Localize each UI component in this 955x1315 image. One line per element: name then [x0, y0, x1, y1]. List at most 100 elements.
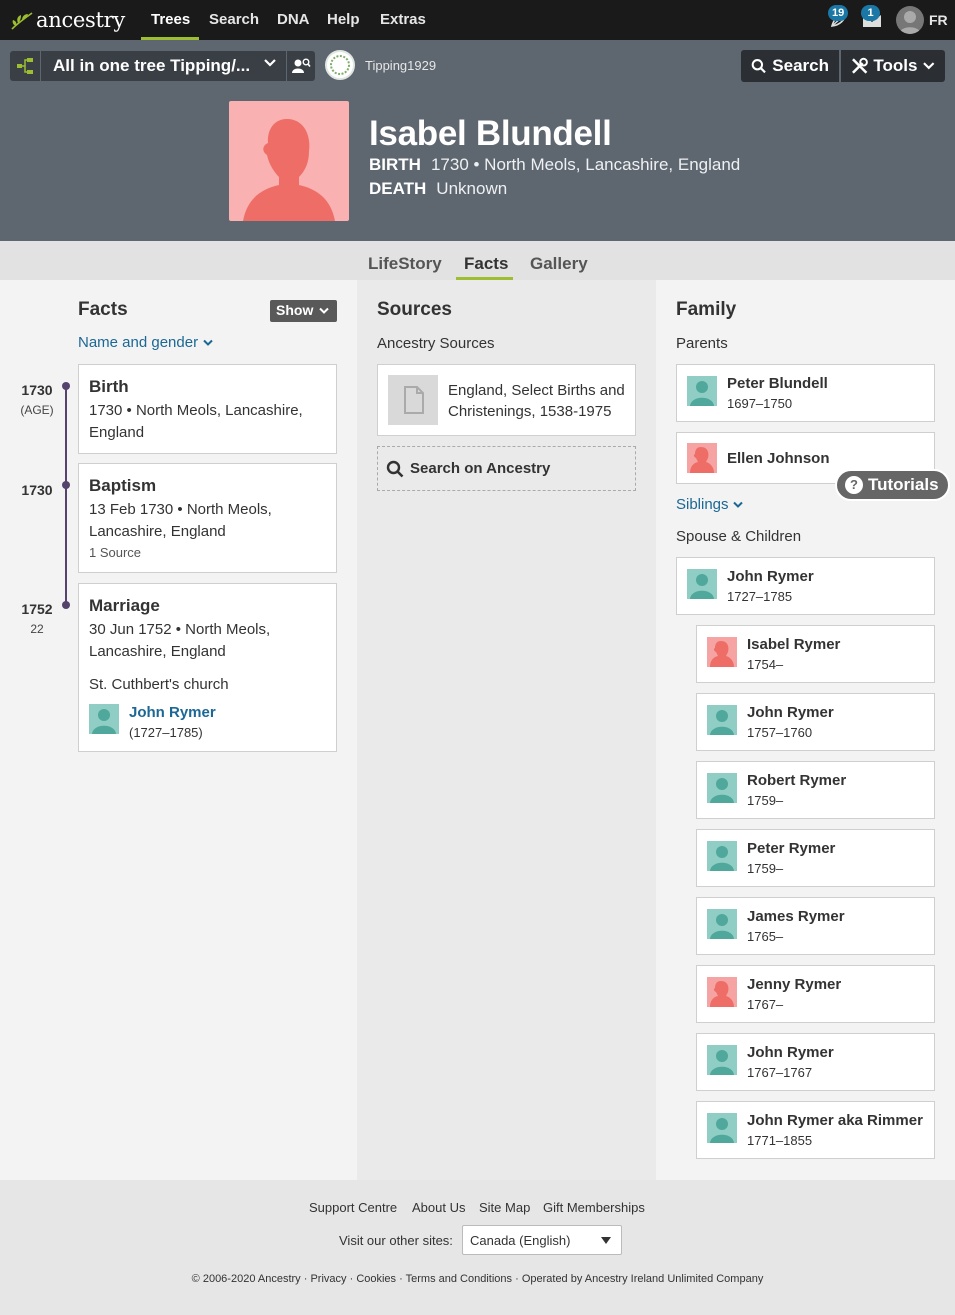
child-card[interactable]: Jenny Rymer 1767–	[696, 965, 935, 1023]
person-dates: 1727–1785	[727, 589, 793, 604]
nav-extras[interactable]: Extras	[380, 11, 426, 28]
child-card[interactable]: Robert Rymer 1759–	[696, 761, 935, 819]
spouse-card[interactable]: John Rymer 1727–1785	[676, 557, 935, 615]
birth-summary: BIRTH 1730 • North Meols, Lancashire, Eng…	[369, 155, 740, 175]
fact-title: Baptism	[89, 476, 157, 495]
nav-dna[interactable]: DNA	[277, 11, 310, 28]
child-card[interactable]: John Rymer 1757–1760	[696, 693, 935, 751]
tools-button-label: Tools	[873, 56, 918, 75]
search-button-label: Search	[772, 56, 829, 75]
spouse-link[interactable]: John Rymer	[129, 704, 216, 721]
wreath-icon	[330, 55, 350, 75]
death-value: Unknown	[436, 179, 508, 198]
nav-search[interactable]: Search	[209, 11, 259, 28]
sources-title: Sources	[377, 299, 452, 320]
child-card[interactable]: John Rymer aka Rimmer 1771–1855	[696, 1101, 935, 1159]
child-card[interactable]: James Rymer 1765–	[696, 897, 935, 955]
male-avatar-icon	[707, 773, 737, 803]
tab-gallery[interactable]: Gallery	[530, 254, 588, 274]
fact-details: 30 Jun 1752 • North Meols, Lancashire, E…	[89, 619, 326, 662]
person-name: John Rymer	[727, 568, 814, 585]
show-dropdown-button[interactable]: Show	[270, 300, 337, 322]
footer-link-terms[interactable]: Terms and Conditions	[406, 1273, 512, 1285]
child-card[interactable]: Isabel Rymer 1754–	[696, 625, 935, 683]
source-title-line: England, Select Births and	[448, 382, 625, 399]
footer-link-cookies[interactable]: Cookies	[356, 1273, 396, 1285]
child-card[interactable]: Peter Rymer 1759–	[696, 829, 935, 887]
person-name: Isabel Rymer	[747, 636, 841, 653]
user-initials[interactable]: FR	[929, 12, 948, 28]
person-name: Peter Blundell	[727, 375, 828, 392]
nav-help[interactable]: Help	[327, 11, 360, 28]
brand-name: ancestry	[36, 8, 125, 32]
tab-lifestory[interactable]: LifeStory	[368, 254, 442, 274]
birth-value: 1730 • North Meols, Lancashire, England	[430, 155, 741, 174]
search-button[interactable]: Search	[741, 50, 839, 82]
person-name: Jenny Rymer	[747, 976, 842, 993]
timeline-dot	[62, 481, 70, 489]
female-silhouette-icon	[243, 119, 335, 221]
tutorials-button[interactable]: ? Tutorials	[835, 469, 950, 501]
fact-card-birth[interactable]: Birth 1730 • North Meols, Lancashire, En…	[78, 364, 337, 454]
source-card[interactable]: England, Select Births and Christenings,…	[377, 364, 636, 436]
person-name: Robert Rymer	[747, 772, 847, 789]
tree-view-button[interactable]	[10, 51, 40, 81]
messages-count-badge: 1	[861, 5, 880, 21]
footer-link-privacy[interactable]: Privacy	[310, 1273, 346, 1285]
footer-link-about[interactable]: About Us	[412, 1200, 465, 1215]
person-dates: 1765–	[747, 929, 784, 944]
nav-trees[interactable]: Trees	[151, 11, 190, 28]
timeline-year: 1730	[21, 382, 53, 398]
female-avatar-icon	[707, 977, 737, 1007]
child-card[interactable]: John Rymer 1767–1767	[696, 1033, 935, 1091]
site-select[interactable]: Canada (English)	[462, 1225, 622, 1255]
tab-facts[interactable]: Facts	[464, 254, 508, 274]
fact-details: 1730 • North Meols, Lancashire, England	[89, 400, 326, 443]
fact-title: Marriage	[89, 596, 160, 615]
person-dates: 1697–1750	[727, 396, 793, 411]
person-dates: 1767–1767	[747, 1065, 813, 1080]
death-label: DEATH	[369, 179, 427, 198]
tree-owner-name[interactable]: Tipping1929	[365, 58, 436, 73]
siblings-link: Siblings	[676, 496, 729, 513]
profile-photo[interactable]	[229, 101, 349, 221]
fact-note: St. Cuthbert's church	[89, 676, 229, 693]
sources-column: Sources Ancestry Sources England, Select…	[357, 280, 656, 1180]
male-avatar-icon	[707, 1113, 737, 1143]
search-on-ancestry-button[interactable]: Search on Ancestry	[377, 446, 636, 491]
tools-button[interactable]: Tools	[841, 50, 945, 82]
person-dates: 1754–	[747, 657, 784, 672]
leaf-icon	[11, 12, 33, 30]
parent-card[interactable]: Peter Blundell 1697–1750	[676, 364, 935, 422]
male-avatar-icon	[707, 1045, 737, 1075]
family-title: Family	[676, 299, 737, 320]
person-name: Isabel Blundell	[369, 114, 612, 153]
female-avatar-icon	[687, 443, 717, 473]
parents-label: Parents	[676, 335, 728, 352]
footer-link-support[interactable]: Support Centre	[309, 1200, 397, 1215]
name-gender-toggle[interactable]: Name and gender	[78, 334, 213, 352]
timeline-year: 1752	[21, 601, 53, 617]
person-search-button[interactable]	[287, 51, 315, 81]
search-icon	[386, 460, 404, 477]
ancestry-logo[interactable]: ancestry	[10, 8, 125, 32]
copyright: © 2006-2020 Ancestry	[191, 1273, 301, 1285]
footer-link-sitemap[interactable]: Site Map	[479, 1200, 530, 1215]
timeline-age: (AGE)	[20, 403, 54, 417]
user-avatar[interactable]	[896, 6, 924, 34]
fact-card-marriage[interactable]: Marriage 30 Jun 1752 • North Meols, Lanc…	[78, 583, 337, 752]
tutorials-label: Tutorials	[868, 475, 939, 494]
timeline-dot	[62, 601, 70, 609]
person-name: James Rymer	[747, 908, 845, 925]
spouse-dates: (1727–1785)	[129, 725, 203, 740]
other-sites-label: Visit our other sites:	[339, 1233, 453, 1248]
tree-owner-avatar[interactable]	[325, 50, 355, 80]
fact-source-count[interactable]: 1 Source	[89, 545, 326, 560]
tree-name-dropdown[interactable]: All in one tree Tipping/...	[41, 51, 286, 81]
fact-line: Lancashire, England	[89, 522, 226, 540]
person-dates: 1759–	[747, 861, 784, 876]
spouse-children-label: Spouse & Children	[676, 528, 802, 545]
footer-link-gift[interactable]: Gift Memberships	[543, 1200, 645, 1215]
siblings-toggle[interactable]: Siblings	[676, 496, 743, 514]
fact-card-baptism[interactable]: Baptism 13 Feb 1730 • North Meols, Lanca…	[78, 463, 337, 573]
